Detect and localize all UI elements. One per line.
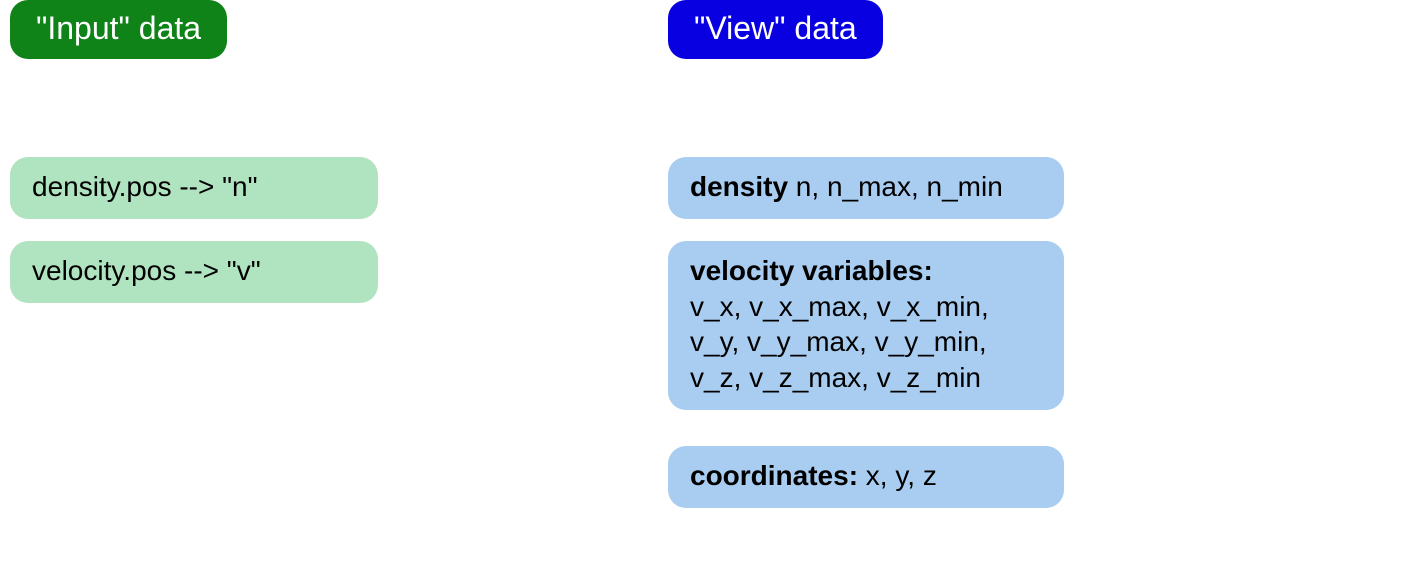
input-item-velocity: velocity.pos --> "v" bbox=[10, 241, 378, 303]
view-item-velocity-label: velocity variables: bbox=[690, 255, 933, 286]
view-item-coordinates: coordinates: x, y, z bbox=[668, 446, 1064, 508]
view-item-density: density n, n_max, n_min bbox=[668, 157, 1064, 219]
view-item-density-label: density bbox=[690, 171, 788, 202]
input-data-column: "Input" data density.pos --> "n" velocit… bbox=[10, 0, 378, 303]
view-data-header: "View" data bbox=[668, 0, 883, 59]
view-item-density-values: n, n_max, n_min bbox=[788, 171, 1003, 202]
input-data-header: "Input" data bbox=[10, 0, 227, 59]
view-item-velocity-values: v_x, v_x_max, v_x_min, v_y, v_y_max, v_y… bbox=[690, 291, 989, 394]
view-item-velocity: velocity variables: v_x, v_x_max, v_x_mi… bbox=[668, 241, 1064, 410]
view-data-column: "View" data density n, n_max, n_min velo… bbox=[668, 0, 1064, 508]
input-item-density: density.pos --> "n" bbox=[10, 157, 378, 219]
view-item-coordinates-values: x, y, z bbox=[858, 460, 937, 491]
view-item-coordinates-label: coordinates: bbox=[690, 460, 858, 491]
